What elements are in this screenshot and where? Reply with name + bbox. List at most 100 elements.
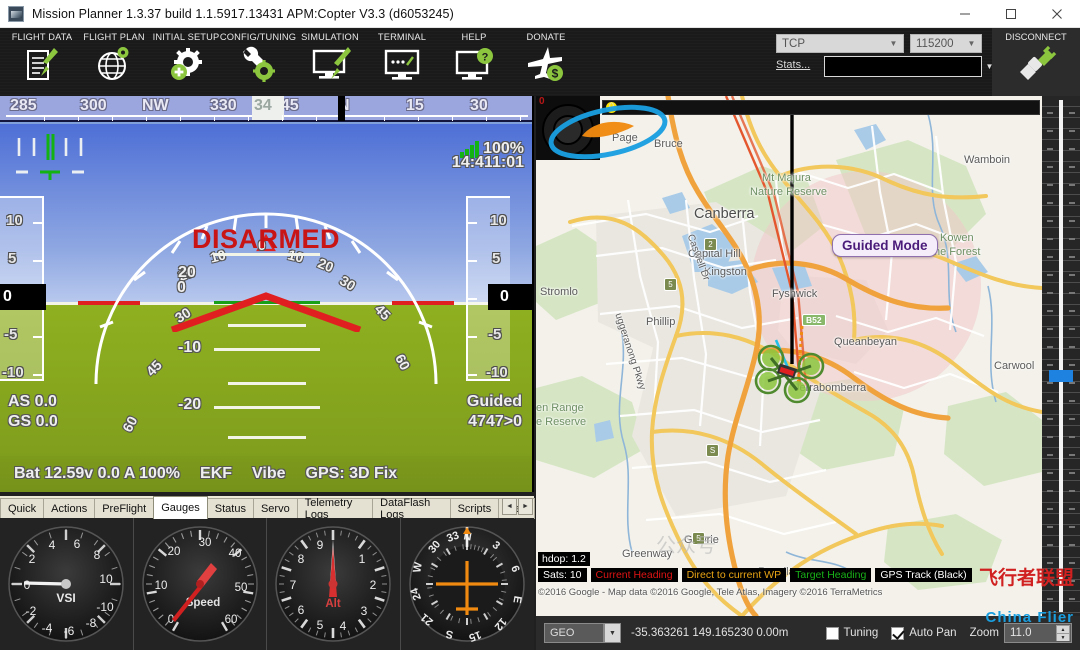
spd-tick-5: 5 (492, 250, 501, 267)
hdop-readout: hdop: 1.2 (538, 552, 590, 566)
svg-text:5: 5 (317, 618, 324, 632)
stats-link[interactable]: Stats... (776, 59, 810, 71)
map-panel[interactable]: Page Bruce Wamboin Mt Majura Nature Rese… (536, 96, 1080, 650)
maximize-button[interactable] (988, 0, 1034, 28)
drone-icon[interactable] (754, 336, 830, 412)
menu-help[interactable]: HELP ? (438, 28, 510, 96)
pitch-label-10: -10 (178, 339, 202, 356)
map-label-wamboin: Wamboin (964, 154, 1011, 166)
geo-format-chevron-down-icon[interactable]: ▼ (604, 623, 621, 643)
map-zoom-slider[interactable] (1042, 96, 1080, 616)
svg-text:8: 8 (94, 548, 101, 562)
zoom-value: 11.0 (1010, 627, 1032, 639)
svg-text:20: 20 (167, 546, 180, 558)
window-controls (942, 0, 1080, 28)
svg-text:Alt: Alt (326, 598, 342, 610)
gauges-panel: 0 2 4 6 8 10 -10 -8 -6 -4 -2 VSI 0 10 20… (0, 518, 534, 650)
svg-text:3: 3 (361, 604, 368, 618)
disconnect-button[interactable]: DISCONNECT (992, 28, 1080, 96)
tab-preflight[interactable]: PreFlight (94, 498, 155, 519)
heading-tape: 285 300 NW 330 345 N 15 30 34 (0, 96, 532, 122)
zoom-decrement-button[interactable]: ▼ (1056, 633, 1070, 641)
tab-scroll-right-button[interactable]: ► (518, 498, 533, 515)
svg-text:10: 10 (154, 580, 167, 592)
heading-current-value: 34 (254, 97, 272, 114)
tab-scroll-left-button[interactable]: ◄ (502, 498, 517, 515)
tab-status[interactable]: Status (206, 498, 254, 519)
geo-format-select[interactable]: GEO (544, 623, 604, 643)
vsi-dial: 0 2 4 6 8 10 -10 -8 -6 -4 -2 VSI (8, 526, 124, 642)
menu-flight-data[interactable]: FLIGHT DATA (6, 28, 78, 96)
protocol-value: TCP (782, 37, 805, 50)
svg-text:-4: -4 (42, 621, 53, 635)
zoom-spinner[interactable]: 11.0 ▲ ▼ (1004, 623, 1072, 643)
tab-actions[interactable]: Actions (43, 498, 96, 519)
heading-tick-285: 285 (10, 97, 37, 114)
tab-scripts[interactable]: Scripts (449, 498, 500, 519)
zoom-handle[interactable] (1049, 370, 1073, 382)
close-button[interactable] (1034, 0, 1080, 28)
hud-signal-block: 100% 14:411:01 (452, 140, 524, 172)
hud-panel[interactable]: 60 45 30 20 10 0 10 20 30 45 60 20 0 -10… (0, 96, 534, 492)
menu-config-tuning[interactable]: CONFIG/TUNING (220, 28, 296, 96)
tab-gauges[interactable]: Gauges (153, 496, 208, 519)
vibe-indicator[interactable]: Vibe (252, 465, 286, 483)
zoom-increment-button[interactable]: ▲ (1056, 625, 1070, 633)
baud-select[interactable]: 115200 ▼ (910, 34, 982, 53)
route-shield-2: 2 (704, 238, 717, 251)
gauge-vsi[interactable]: 0 2 4 6 8 10 -10 -8 -6 -4 -2 VSI (0, 518, 134, 650)
zoom-spinner-buttons: ▲ ▼ (1056, 625, 1070, 641)
gauge-heading[interactable]: N 3 6 E 12 15 S 21 24 W 30 33 (400, 518, 534, 650)
menu-label: SIMULATION (301, 32, 359, 42)
autopan-checkbox[interactable] (891, 626, 905, 640)
map-label-ne-forest: ne Forest (934, 246, 981, 258)
svg-text:40: 40 (228, 548, 241, 560)
hud-clock: 14:41 (451, 154, 492, 171)
menu-flight-plan[interactable]: FLIGHT PLAN (78, 28, 150, 96)
svg-text:4: 4 (340, 619, 347, 633)
tab-telemetry-logs[interactable]: Telemetry Logs (296, 497, 374, 521)
map-label-fyshwick: Fyshwick (772, 288, 818, 300)
svg-text:1: 1 (359, 552, 366, 566)
tab-servo[interactable]: Servo (252, 498, 298, 519)
minimize-button[interactable] (942, 0, 988, 28)
watermark-red-cn: 飞行者联盟 (978, 567, 1074, 589)
flight-mode-readout: Guided (466, 393, 522, 410)
port-select[interactable]: ▼ (824, 56, 993, 77)
waypoint-distance-readout: 4747>0 (468, 413, 522, 430)
protocol-select[interactable]: TCP ▼ (776, 34, 904, 53)
menu-simulation[interactable]: SIMULATION (294, 28, 366, 96)
menu-initial-setup[interactable]: INITIAL SETUP (150, 28, 222, 96)
geo-format-value: GEO (550, 627, 575, 639)
legend-gps-track: GPS Track (Black) (875, 568, 972, 582)
menu-donate[interactable]: DONATE $ (510, 28, 582, 96)
plug-icon (1014, 42, 1058, 85)
tab-quick[interactable]: Quick (0, 498, 45, 519)
alt-tick-10: 10 (6, 212, 23, 229)
speed-current: 0 (488, 284, 532, 310)
wrench-gear-icon (236, 45, 280, 85)
map-label-nature-res: Nature Reserve (750, 186, 828, 198)
heading-tick-30: 30 (470, 97, 488, 114)
ekf-indicator[interactable]: EKF (200, 465, 232, 483)
watermark-china-flier: China Flier (985, 609, 1074, 626)
tab-dataflash-logs[interactable]: DataFlash Logs (372, 497, 451, 521)
svg-text:50: 50 (234, 582, 247, 594)
gauge-alt[interactable]: 1 2 3 4 5 6 7 8 9 Alt (267, 518, 401, 650)
spd-tick-neg10: -10 (486, 364, 508, 381)
map-label-e-reserve: e Reserve (536, 416, 587, 428)
map-label-stromlo: Stromlo (540, 286, 578, 298)
map-canvas[interactable]: Page Bruce Wamboin Mt Majura Nature Rese… (536, 96, 1042, 616)
attitude-indicator (170, 292, 362, 332)
zoom-label: Zoom (969, 627, 999, 639)
menu-label: DONATE (526, 32, 566, 42)
monitor-plane-icon (308, 45, 352, 85)
gauge-speed[interactable]: 0 10 20 30 40 50 60 Speed (133, 518, 267, 650)
menu-terminal[interactable]: TERMINAL (366, 28, 438, 96)
highway-badge-b52: B52 (802, 314, 826, 326)
menu-label: FLIGHT PLAN (83, 32, 145, 42)
pitch-bar-20-neg (214, 406, 320, 409)
svg-text:10: 10 (100, 572, 114, 586)
menu-label: TERMINAL (377, 32, 427, 42)
tuning-checkbox[interactable] (825, 626, 839, 640)
